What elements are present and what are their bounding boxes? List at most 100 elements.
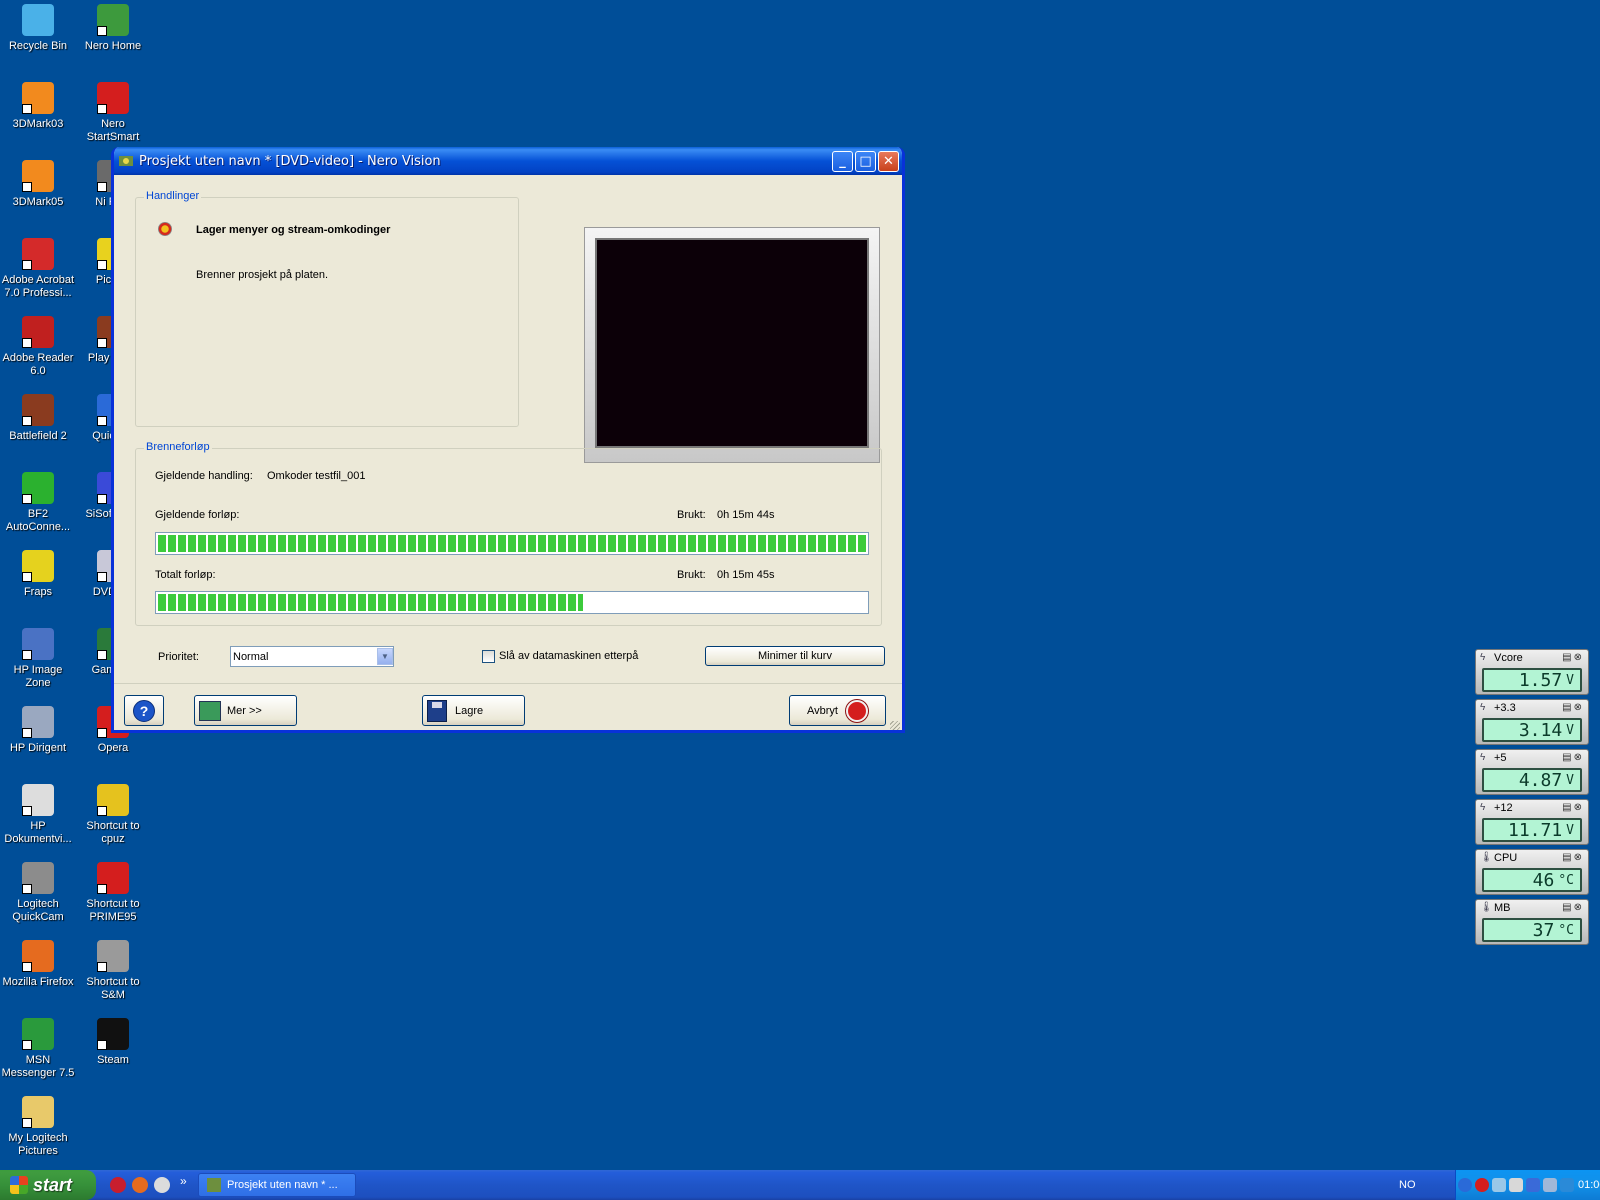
sensor-lcd: 46 °C bbox=[1482, 868, 1582, 892]
nero-home-icon bbox=[97, 4, 129, 36]
resize-grip-icon[interactable] bbox=[890, 721, 900, 730]
desktop-icon-item[interactable]: 3DMark05 bbox=[0, 160, 76, 209]
sensor-label: +12 bbox=[1494, 802, 1513, 814]
window-title: Prosjekt uten navn * [DVD-video] - Nero … bbox=[139, 153, 441, 169]
shutdown-label[interactable]: Slå av datamaskinen etterpå bbox=[499, 650, 638, 662]
minimize-to-tray-button[interactable]: Minimer til kurv bbox=[705, 646, 885, 666]
shortcut-arrow-icon bbox=[22, 338, 32, 348]
sensor-gadget[interactable]: ϟ Vcore ▤⊗ 1.57 V bbox=[1475, 649, 1589, 695]
tray-expand-icon[interactable] bbox=[1458, 1178, 1472, 1192]
shortcut-arrow-icon bbox=[97, 962, 107, 972]
sensor-lcd: 1.57 V bbox=[1482, 668, 1582, 692]
desktop-icon-item[interactable]: MSN Messenger 7.5 bbox=[0, 1018, 76, 1080]
shutdown-checkbox[interactable] bbox=[482, 650, 495, 663]
tray-app-icon[interactable] bbox=[1492, 1178, 1506, 1192]
desktop-icon-item[interactable]: Shortcut to PRIME95 bbox=[75, 862, 151, 924]
sensor-lcd: 3.14 V bbox=[1482, 718, 1582, 742]
sensor-gadget[interactable]: 🌡 MB ▤⊗ 37 °C bbox=[1475, 899, 1589, 945]
desktop-icon-item[interactable]: Battlefield 2 bbox=[0, 394, 76, 443]
desktop-icon-label: HP Dokumentvi... bbox=[4, 820, 72, 845]
burn-progress-legend: Brenneforløp bbox=[144, 441, 212, 453]
shortcut-arrow-icon bbox=[22, 572, 32, 582]
sensor-unit: V bbox=[1566, 722, 1574, 738]
desktop-icon-label: BF2 AutoConne... bbox=[5, 508, 71, 533]
footer-divider bbox=[114, 683, 902, 684]
shortcut-arrow-icon bbox=[22, 416, 32, 426]
maximize-button[interactable]: □ bbox=[855, 150, 876, 172]
quicklaunch-firefox-icon[interactable] bbox=[132, 1177, 148, 1193]
desktop-icon-label: Fraps bbox=[23, 586, 53, 598]
language-indicator[interactable]: NO bbox=[1399, 1179, 1416, 1191]
sensor-controls[interactable]: ▤⊗ bbox=[1562, 902, 1584, 913]
taskbar-button-nero-vision[interactable]: Prosjekt uten navn * ... bbox=[198, 1173, 356, 1197]
sensor-controls[interactable]: ▤⊗ bbox=[1562, 802, 1584, 813]
priority-select[interactable]: Normal ▼ bbox=[230, 646, 394, 667]
desktop-icon-item[interactable]: HP Dirigent bbox=[0, 706, 76, 755]
tray-network-icon[interactable] bbox=[1526, 1178, 1540, 1192]
desktop-icon-item[interactable]: Recycle Bin bbox=[0, 4, 76, 53]
tray-nero-icon[interactable] bbox=[1475, 1178, 1489, 1192]
cancel-button[interactable]: Avbryt bbox=[789, 695, 886, 726]
desktop-icon-label: Mozilla Firefox bbox=[2, 976, 74, 988]
hp-image-zone-icon bbox=[22, 628, 54, 660]
quicklaunch-nero-icon[interactable] bbox=[110, 1177, 126, 1193]
3dmark-icon bbox=[22, 160, 54, 192]
window-titlebar[interactable]: Prosjekt uten navn * [DVD-video] - Nero … bbox=[114, 147, 902, 175]
tray-monitor-icon[interactable] bbox=[1543, 1178, 1557, 1192]
current-action-bullet-icon bbox=[158, 222, 172, 236]
quicklaunch-chevron[interactable]: » bbox=[180, 1174, 187, 1188]
clock[interactable]: 01:00 bbox=[1578, 1179, 1600, 1191]
total-progress-label: Totalt forløp: bbox=[155, 569, 216, 581]
tray-security-icon[interactable] bbox=[1560, 1178, 1574, 1192]
sensor-controls[interactable]: ▤⊗ bbox=[1562, 752, 1584, 763]
desktop-icon-item[interactable]: My Logitech Pictures bbox=[0, 1096, 76, 1158]
adobe-reader-icon bbox=[22, 316, 54, 348]
desktop-icon-item[interactable]: Shortcut to cpuz bbox=[75, 784, 151, 846]
help-button[interactable]: ? bbox=[124, 695, 164, 726]
desktop-icon-item[interactable]: Logitech QuickCam bbox=[0, 862, 76, 924]
nero-startsmart-icon bbox=[97, 82, 129, 114]
sensor-controls[interactable]: ▤⊗ bbox=[1562, 702, 1584, 713]
desktop-icon-item[interactable]: 3DMark03 bbox=[0, 82, 76, 131]
desktop-icon-item[interactable]: BF2 AutoConne... bbox=[0, 472, 76, 534]
sensor-controls[interactable]: ▤⊗ bbox=[1562, 852, 1584, 863]
shortcut-arrow-icon bbox=[97, 806, 107, 816]
fraps-icon bbox=[22, 550, 54, 582]
lightning-icon: ϟ bbox=[1480, 752, 1486, 763]
shortcut-arrow-icon bbox=[97, 494, 107, 504]
desktop-icon-item[interactable]: Steam bbox=[75, 1018, 151, 1067]
desktop-icon-item[interactable]: Fraps bbox=[0, 550, 76, 599]
sensor-value: 3.14 bbox=[1518, 719, 1563, 741]
sensor-gadget[interactable]: ϟ +12 ▤⊗ 11.71 V bbox=[1475, 799, 1589, 845]
desktop-icon-item[interactable]: Adobe Acrobat 7.0 Professi... bbox=[0, 238, 76, 300]
shortcut-arrow-icon bbox=[97, 1040, 107, 1050]
current-elapsed-value: 0h 15m 44s bbox=[717, 509, 775, 521]
desktop-icon-item[interactable]: Nero StartSmart bbox=[75, 82, 151, 144]
quicklaunch-media-icon[interactable] bbox=[154, 1177, 170, 1193]
sensor-gadget[interactable]: ϟ +3.3 ▤⊗ 3.14 V bbox=[1475, 699, 1589, 745]
chevron-down-icon[interactable]: ▼ bbox=[377, 648, 393, 665]
cpuz-icon bbox=[97, 784, 129, 816]
minimize-button[interactable]: _ bbox=[832, 150, 853, 172]
sm-icon bbox=[97, 940, 129, 972]
more-button[interactable]: Mer >> bbox=[194, 695, 297, 726]
start-button[interactable]: start bbox=[0, 1170, 96, 1200]
close-button[interactable]: ✕ bbox=[878, 150, 899, 172]
firefox-icon bbox=[22, 940, 54, 972]
desktop-icon-label: 3DMark05 bbox=[12, 196, 64, 208]
tray-speaker-icon[interactable] bbox=[1509, 1178, 1523, 1192]
desktop-icon-item[interactable]: Shortcut to S&M bbox=[75, 940, 151, 1002]
sensor-gadget[interactable]: 🌡 CPU ▤⊗ 46 °C bbox=[1475, 849, 1589, 895]
desktop-icon-item[interactable]: Nero Home bbox=[75, 4, 151, 53]
desktop-icon-item[interactable]: Mozilla Firefox bbox=[0, 940, 76, 989]
sensor-unit: V bbox=[1566, 772, 1574, 788]
desktop-icon-item[interactable]: HP Image Zone bbox=[0, 628, 76, 690]
sensor-gadget[interactable]: ϟ +5 ▤⊗ 4.87 V bbox=[1475, 749, 1589, 795]
desktop-icon-label: MSN Messenger 7.5 bbox=[1, 1054, 75, 1079]
desktop-icon-item[interactable]: HP Dokumentvi... bbox=[0, 784, 76, 846]
sensor-controls[interactable]: ▤⊗ bbox=[1562, 652, 1584, 663]
desktop-icon-item[interactable]: Adobe Reader 6.0 bbox=[0, 316, 76, 378]
save-button[interactable]: Lagre bbox=[422, 695, 525, 726]
desktop-icon-label: Adobe Reader 6.0 bbox=[2, 352, 74, 377]
priority-label: Prioritet: bbox=[158, 651, 199, 663]
